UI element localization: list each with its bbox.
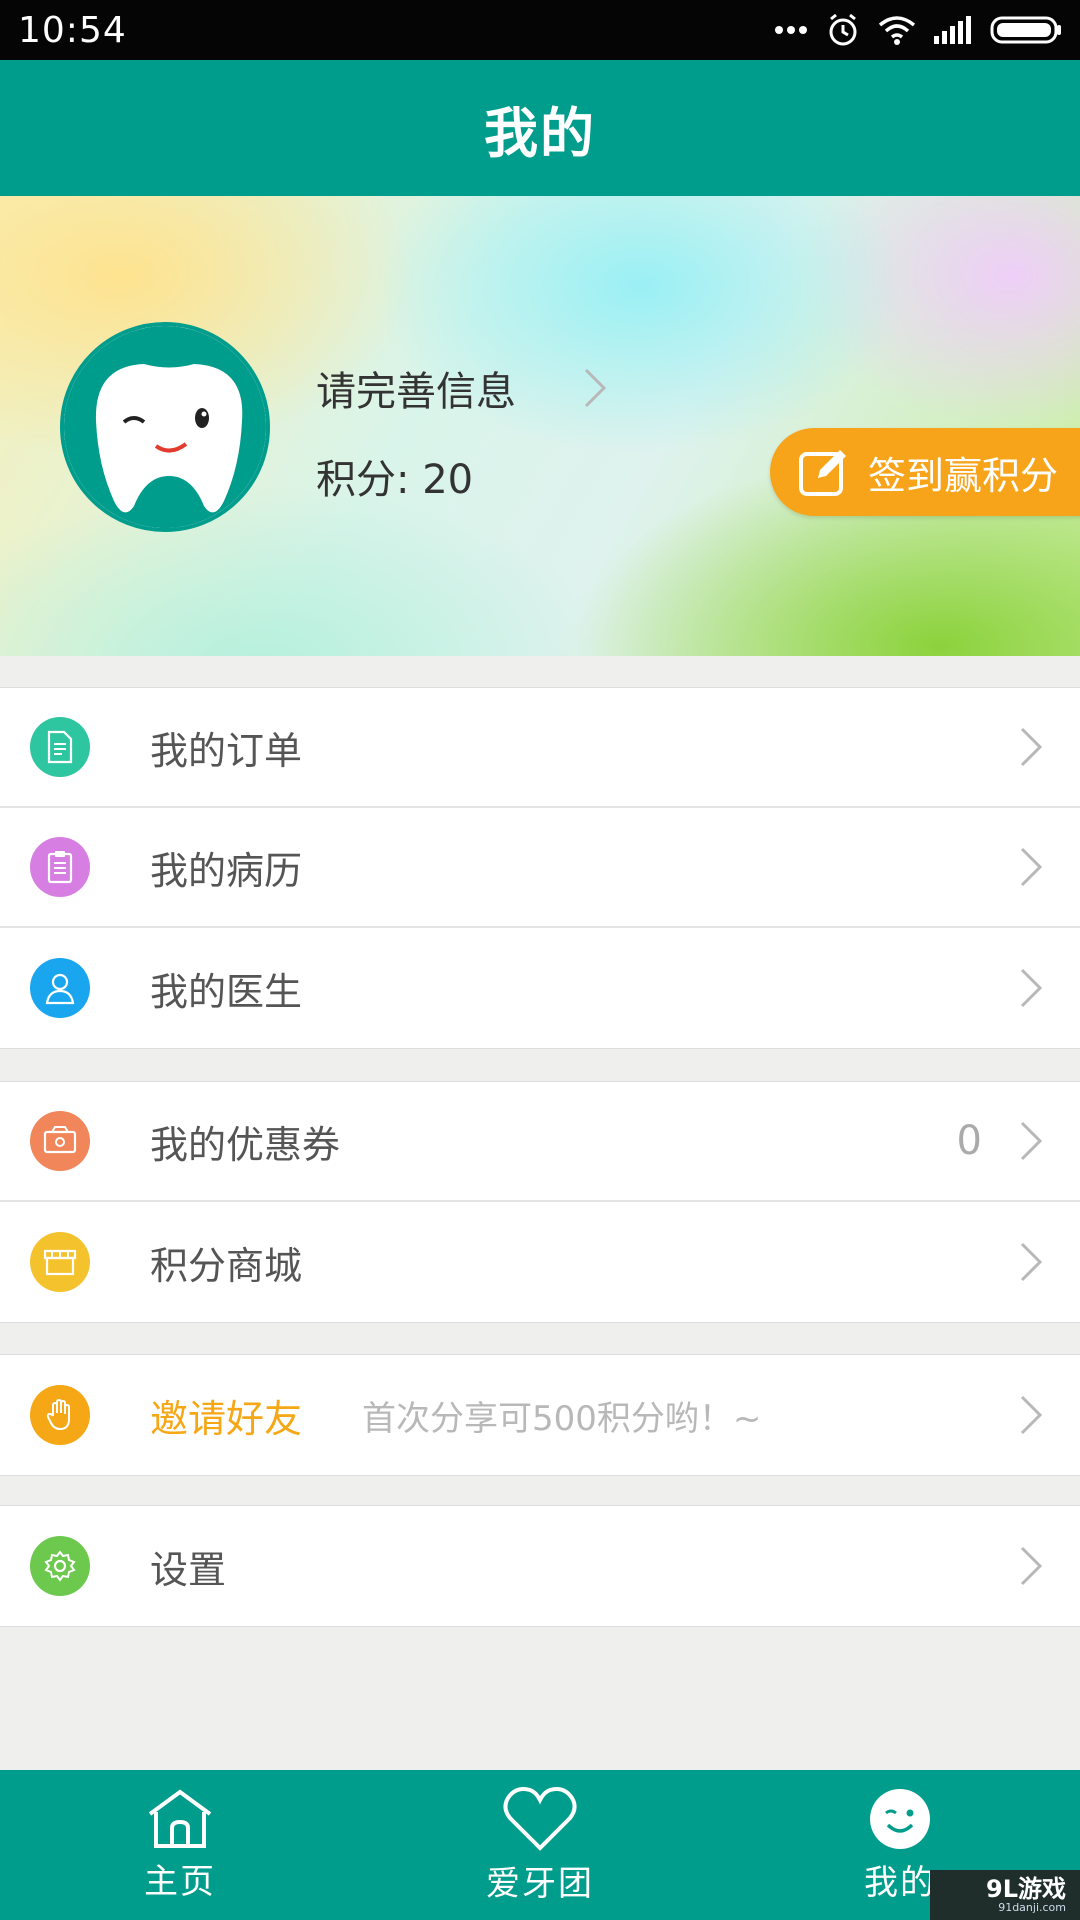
- chevron-right-icon: [1020, 1546, 1043, 1586]
- menu-item-label: 我的医生: [150, 969, 303, 1014]
- nav-home[interactable]: 主页: [0, 1770, 360, 1920]
- menu-group-invite: 邀请好友 首次分享可500积分哟！~: [0, 1354, 1080, 1476]
- menu-group-rewards: 我的优惠券 0 积分商城: [0, 1081, 1080, 1323]
- menu-item-label: 我的订单: [150, 728, 303, 773]
- menu-group-settings: 设置: [0, 1505, 1080, 1627]
- signal-icon: [934, 16, 972, 44]
- menu-item-points-store[interactable]: 积分商城: [0, 1202, 1080, 1322]
- watermark-main: 9L游戏: [986, 1875, 1066, 1903]
- menu-item-label: 设置: [150, 1547, 227, 1592]
- home-icon: [148, 1789, 212, 1848]
- smiley-icon: [870, 1788, 930, 1849]
- coupon-icon: [30, 1111, 90, 1171]
- clipboard-icon: [30, 837, 90, 897]
- profile-banner: 请完善信息 积分: 20 签到赢积分: [0, 196, 1080, 656]
- alarm-icon: [826, 13, 860, 47]
- menu-item-medical-records[interactable]: 我的病历: [0, 808, 1080, 928]
- status-icons: [774, 13, 1062, 47]
- points-text: 积分: 20: [316, 457, 474, 503]
- more-dots-icon: [774, 25, 808, 35]
- menu-item-settings[interactable]: 设置: [0, 1506, 1080, 1626]
- menu-item-label: 我的优惠券: [150, 1122, 341, 1167]
- chevron-right-icon: [1020, 1121, 1043, 1161]
- checkin-label: 签到赢积分: [868, 453, 1059, 498]
- nav-label: 主页: [144, 1861, 216, 1902]
- watermark-logo: 9L游戏 91danji.com: [930, 1870, 1080, 1920]
- menu-item-label: 积分商城: [150, 1243, 303, 1288]
- profile-name-prompt[interactable]: 请完善信息: [316, 359, 516, 417]
- menu-item-coupons[interactable]: 我的优惠券 0: [0, 1082, 1080, 1202]
- profile-name-row[interactable]: 请完善信息: [316, 356, 610, 420]
- store-icon: [30, 1232, 90, 1292]
- menu-group-records: 我的订单 我的病历 我的医生: [0, 687, 1080, 1049]
- chevron-right-icon: [1020, 727, 1043, 767]
- nav-label: 爱牙团: [486, 1863, 594, 1904]
- page-title: 我的: [484, 101, 596, 165]
- chevron-right-icon: [584, 368, 607, 408]
- checkin-button[interactable]: 签到赢积分: [770, 428, 1080, 516]
- profile-points: 积分: 20: [316, 444, 473, 508]
- hand-icon: [30, 1385, 90, 1445]
- watermark-sub: 91danji.com: [998, 1901, 1066, 1914]
- status-bar: 10:54: [0, 0, 1080, 60]
- chevron-right-icon: [1020, 968, 1043, 1008]
- nav-label: 我的: [864, 1862, 936, 1903]
- status-time: 10:54: [18, 9, 127, 51]
- chevron-right-icon: [1020, 847, 1043, 887]
- chevron-right-icon: [1020, 1395, 1043, 1435]
- document-icon: [30, 717, 90, 777]
- heart-icon: [503, 1786, 577, 1851]
- avatar[interactable]: [60, 322, 270, 532]
- menu-item-label: 邀请好友: [150, 1396, 303, 1441]
- menu-item-orders[interactable]: 我的订单: [0, 688, 1080, 808]
- coupon-count: 0: [956, 1118, 982, 1164]
- menu-item-label: 我的病历: [150, 848, 303, 893]
- chevron-right-icon: [1020, 1242, 1043, 1282]
- gear-icon: [30, 1536, 90, 1596]
- menu-item-doctors[interactable]: 我的医生: [0, 928, 1080, 1048]
- menu-item-invite-friends[interactable]: 邀请好友 首次分享可500积分哟！~: [0, 1355, 1080, 1475]
- edit-icon: [799, 450, 846, 496]
- invite-hint: 首次分享可500积分哟！~: [362, 1398, 762, 1439]
- tooth-mascot-icon: [64, 326, 266, 528]
- app-header: 我的: [0, 60, 1080, 196]
- nav-dental-club[interactable]: 爱牙团: [360, 1770, 720, 1920]
- wifi-icon: [878, 15, 916, 45]
- battery-icon: [990, 15, 1062, 45]
- bottom-nav: 主页 爱牙团 我的 9L游戏 91danji.com: [0, 1770, 1080, 1920]
- doctor-icon: [30, 958, 90, 1018]
